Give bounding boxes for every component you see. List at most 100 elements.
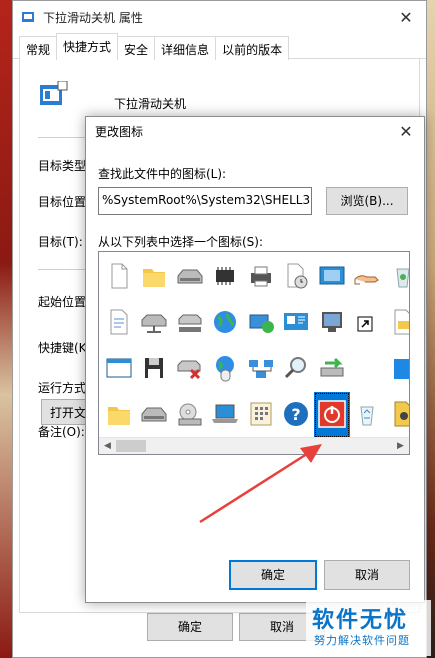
folder-icon (104, 399, 134, 432)
search-icon (281, 353, 311, 386)
find-icons-label: 查找此文件中的图标(L): (98, 167, 227, 181)
icon-cell-network-arrow[interactable] (314, 346, 350, 392)
blank-file-icon (104, 261, 134, 294)
network-icon (246, 353, 276, 386)
shortcut-app-icon (21, 10, 35, 24)
properties-titlebar: 下拉滑动关机 属性 ✕ (13, 1, 426, 33)
icon-list[interactable]: ? ◀ ▶ (98, 251, 410, 455)
icon-cell-shortcut-arrow[interactable] (350, 300, 386, 346)
properties-tabs: 常规 快捷方式 安全 详细信息 以前的版本 (13, 33, 426, 60)
target-label: 目标(T): (38, 235, 83, 249)
icon-cell-settings-file[interactable] (385, 392, 409, 438)
icon-cell-chip[interactable] (208, 254, 244, 300)
icon-file-path-input[interactable]: %SystemRoot%\System32\SHELL32. (98, 187, 312, 215)
keypad-icon (246, 399, 276, 432)
icon-cell-network[interactable] (243, 346, 279, 392)
mouse-globe-icon (210, 353, 240, 386)
tab-shortcut[interactable]: 快捷方式 (56, 33, 119, 59)
icon-cell-monitor-window[interactable] (314, 254, 350, 300)
icon-cell-help[interactable]: ? (279, 392, 315, 438)
comment-label: 备注(O): (38, 425, 85, 439)
power-icon (317, 399, 347, 432)
icon-cell-network-globe[interactable] (243, 300, 279, 346)
icon-cell-recycle-full[interactable] (385, 254, 409, 300)
icon-cell-keypad[interactable] (243, 392, 279, 438)
icon-cell-network-computer[interactable] (172, 300, 208, 346)
recycle-full-icon (388, 261, 409, 294)
network-drive-icon (139, 307, 169, 340)
shortcut-arrow-icon (352, 307, 382, 340)
floppy-icon (139, 353, 169, 386)
chip-icon (210, 261, 240, 294)
icon-cell-dll-file[interactable] (385, 300, 409, 346)
icon-cell-printer[interactable] (243, 254, 279, 300)
tab-security[interactable]: 安全 (117, 36, 156, 60)
drive-icon (139, 399, 169, 432)
tab-general[interactable]: 常规 (19, 36, 58, 60)
file-clock-icon (281, 261, 311, 294)
icon-cell-mouse-globe[interactable] (208, 346, 244, 392)
blue-square-icon (388, 353, 409, 386)
tab-details[interactable]: 详细信息 (154, 36, 217, 60)
icon-cell-globe[interactable] (208, 300, 244, 346)
monitor-icon (317, 307, 347, 340)
properties-close-button[interactable]: ✕ (386, 1, 426, 33)
icon-cell-window[interactable] (101, 346, 137, 392)
tab-previous-versions[interactable]: 以前的版本 (215, 36, 290, 60)
icon-cell-monitor[interactable] (314, 300, 350, 346)
icon-cell-drive[interactable] (172, 254, 208, 300)
scroll-thumb[interactable] (116, 440, 146, 452)
icon-cell-folder[interactable] (137, 254, 173, 300)
laptop-icon (210, 399, 240, 432)
icon-cell-cd-drive[interactable] (172, 392, 208, 438)
browse-button[interactable]: 浏览(B)... (326, 187, 408, 215)
shortcut-file-icon (38, 80, 68, 111)
select-icon-label: 从以下列表中选择一个图标(S): (98, 235, 264, 249)
icon-cell-blue-square[interactable] (385, 346, 409, 392)
watermark: 软件无忧 努力解决软件问题 (306, 600, 431, 656)
properties-title: 下拉滑动关机 属性 (43, 10, 143, 25)
hand-share-icon (352, 261, 382, 294)
network-computer-icon (175, 307, 205, 340)
icon-cell-power[interactable] (314, 392, 350, 438)
svg-text:?: ? (292, 405, 301, 424)
folder-icon (139, 261, 169, 294)
document-icon (104, 307, 134, 340)
icon-cell-document[interactable] (101, 300, 137, 346)
icon-cell-hand-share[interactable] (350, 254, 386, 300)
settings-file-icon (388, 399, 409, 432)
help-icon: ? (281, 399, 311, 432)
icon-cell-floppy[interactable] (137, 346, 173, 392)
icon-cell-file-clock[interactable] (279, 254, 315, 300)
scroll-left-arrow-icon[interactable]: ◀ (99, 441, 116, 451)
window-icon (104, 353, 134, 386)
dialog-ok-button[interactable]: 确定 (229, 560, 317, 590)
horizontal-scrollbar[interactable]: ◀ ▶ (99, 437, 409, 454)
icon-cell-network-drive[interactable] (137, 300, 173, 346)
dll-file-icon (388, 307, 409, 340)
dialog-close-button[interactable]: ✕ (388, 122, 424, 141)
printer-icon (246, 261, 276, 294)
network-disconnected-icon (175, 353, 205, 386)
dialog-titlebar: 更改图标 ✕ (86, 117, 424, 145)
icon-cell-screen-settings[interactable] (279, 300, 315, 346)
icon-cell-recycle-empty[interactable] (350, 392, 386, 438)
network-globe-icon (246, 307, 276, 340)
icon-cell-blank-file[interactable] (101, 254, 137, 300)
icon-cell-search[interactable] (279, 346, 315, 392)
monitor-window-icon (317, 261, 347, 294)
target-location-label: 目标位置: (38, 195, 91, 209)
target-type-label: 目标类型: (38, 159, 91, 173)
icon-cell-network-disconnected[interactable] (172, 346, 208, 392)
screen-settings-icon (281, 307, 311, 340)
scroll-right-arrow-icon[interactable]: ▶ (392, 441, 409, 451)
dialog-cancel-button[interactable]: 取消 (324, 560, 410, 590)
icon-cell-drive[interactable] (137, 392, 173, 438)
properties-ok-button[interactable]: 确定 (147, 613, 233, 641)
watermark-title: 软件无忧 (312, 608, 409, 633)
icon-cell-laptop[interactable] (208, 392, 244, 438)
cd-drive-icon (175, 399, 205, 432)
icon-cell-folder[interactable] (101, 392, 137, 438)
dialog-title: 更改图标 (95, 124, 144, 139)
drive-icon (175, 261, 205, 294)
